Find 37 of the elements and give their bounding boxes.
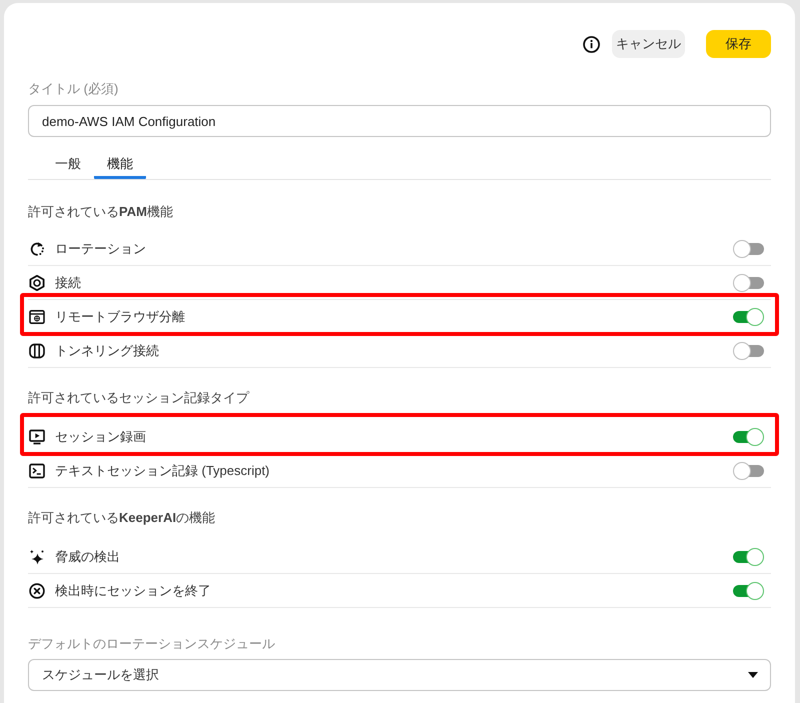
title-input[interactable]: demo-AWS IAM Configuration <box>28 105 771 137</box>
save-button[interactable]: 保存 <box>706 30 771 58</box>
screen-play-icon <box>29 428 45 444</box>
caret-icon <box>748 672 758 678</box>
section-heading: 許可されているPAM機能 <box>28 203 173 221</box>
toggle-switch[interactable] <box>733 548 764 566</box>
schedule-select[interactable]: スケジュールを選択 <box>28 659 771 691</box>
feature-label: リモートブラウザ分離 <box>55 308 185 326</box>
cancel-button[interactable]: キャンセル <box>612 30 685 58</box>
tab[interactable]: 一般 <box>42 149 94 179</box>
toggle-switch[interactable] <box>733 582 764 600</box>
feature-label: テキストセッション記録 (Typescript) <box>55 462 270 480</box>
feature-label: ローテーション <box>55 240 146 258</box>
feature-label: 接続 <box>55 274 81 292</box>
feature-label: セッション録画 <box>55 428 146 446</box>
sparkle-icon <box>29 548 45 564</box>
toggle-switch[interactable] <box>733 308 764 326</box>
tab[interactable]: 機能 <box>94 149 146 179</box>
toggle-switch[interactable] <box>733 240 764 258</box>
section-heading: 許可されているセッション記録タイプ <box>28 389 249 407</box>
rotate-arrow-icon <box>29 240 45 256</box>
terminal-icon <box>29 462 45 478</box>
section-heading: 許可されているKeeperAIの機能 <box>28 509 216 527</box>
toggle-switch[interactable] <box>733 462 764 480</box>
toggle-switch[interactable] <box>733 342 764 360</box>
feature-label: 脅威の検出 <box>55 548 120 566</box>
toggle-switch[interactable] <box>733 428 764 446</box>
feature-label: 検出時にセッションを終了 <box>55 582 211 600</box>
toggle-switch[interactable] <box>733 274 764 292</box>
feature-label: トンネリング接続 <box>55 342 159 360</box>
field-label: タイトル (必須) <box>28 81 118 97</box>
field-label: デフォルトのローテーションスケジュール <box>28 636 275 652</box>
tunnel-icon <box>29 342 45 358</box>
close-circle-icon <box>29 582 45 598</box>
hexagon-icon <box>29 274 45 290</box>
browser-window-icon <box>29 308 45 324</box>
info-icon[interactable] <box>583 36 600 52</box>
